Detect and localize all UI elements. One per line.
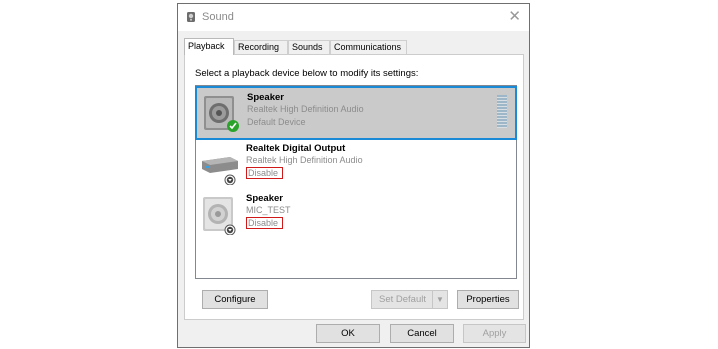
device-name: Realtek Digital Output — [246, 143, 346, 154]
device-status-wrapper: Disable — [246, 167, 284, 179]
device-status: Disable — [246, 217, 284, 229]
ok-button[interactable]: OK — [316, 324, 380, 343]
chevron-down-icon[interactable]: ▼ — [432, 291, 447, 308]
volume-meter — [497, 95, 507, 128]
speaker-app-icon — [187, 12, 195, 22]
playback-panel: Select a playback device below to modify… — [184, 54, 524, 320]
digital-output-device-icon — [202, 157, 238, 185]
window-title: Sound — [202, 11, 234, 23]
device-item-speaker-default[interactable]: Speaker Realtek High Definition Audio De… — [195, 86, 517, 140]
configure-button[interactable]: Configure — [202, 290, 268, 309]
tab-communications[interactable]: Communications — [330, 40, 407, 54]
device-status: Default Device — [247, 117, 306, 127]
cancel-button[interactable]: Cancel — [390, 324, 454, 343]
properties-button[interactable]: Properties — [457, 290, 519, 309]
device-name: Speaker — [246, 193, 283, 204]
device-driver: Realtek High Definition Audio — [247, 104, 364, 114]
speaker-device-icon — [204, 96, 239, 132]
device-item-digital-output[interactable]: Realtek Digital Output Realtek High Defi… — [196, 139, 516, 193]
tab-playback[interactable]: Playback — [184, 38, 234, 55]
tab-recording[interactable]: Recording — [234, 40, 288, 54]
set-default-button[interactable]: Set Default ▼ — [371, 290, 448, 309]
device-driver: Realtek High Definition Audio — [246, 155, 363, 165]
device-name: Speaker — [247, 92, 284, 103]
apply-button[interactable]: Apply — [463, 324, 526, 343]
sound-dialog: Sound ✕ Playback Recording Sounds Commun… — [177, 3, 530, 348]
instruction-text: Select a playback device below to modify… — [195, 68, 419, 79]
set-default-label: Set Default — [379, 294, 426, 305]
close-icon[interactable]: ✕ — [508, 8, 521, 26]
device-driver: MIC_TEST — [246, 205, 291, 215]
tab-sounds[interactable]: Sounds — [288, 40, 330, 54]
title-bar: Sound ✕ — [178, 4, 529, 31]
device-status: Disable — [246, 167, 284, 179]
device-list: Speaker Realtek High Definition Audio De… — [195, 85, 517, 279]
device-item-speaker-mic-test[interactable]: Speaker MIC_TEST Disable — [196, 189, 516, 243]
device-status-wrapper: Disable — [246, 217, 284, 229]
speaker-device-icon — [203, 197, 236, 235]
